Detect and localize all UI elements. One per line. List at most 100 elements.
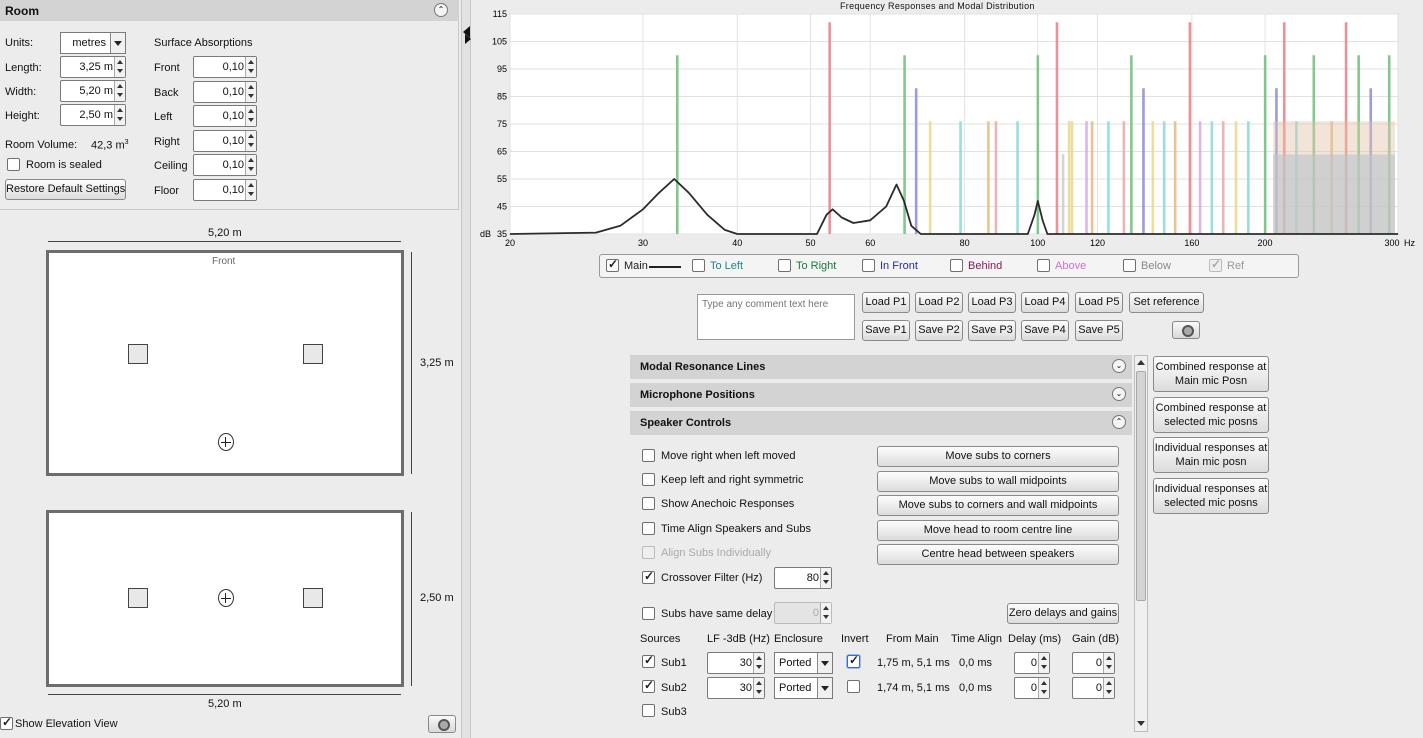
collapse-room-icon[interactable]: ⌃ xyxy=(434,3,448,17)
response-mode-button-3[interactable]: Individual responses at Main mic posn xyxy=(1153,437,1269,473)
scroll-up-arrow-icon[interactable] xyxy=(1137,360,1145,365)
surface-absorption-field-back[interactable]: 0,10 xyxy=(193,80,257,103)
load-preset-button-6[interactable]: Set reference xyxy=(1129,292,1204,313)
right-speaker-elevation-icon[interactable] xyxy=(303,588,323,608)
spinner-arrows-icon[interactable] xyxy=(245,155,256,175)
sub-enable-checkbox-1[interactable] xyxy=(642,653,655,668)
frequency-response-chart[interactable]: 20 30 40 50 60 80 100 120 160 200 300 35 45 55 65 75 85 9… xyxy=(473,0,1423,250)
height-field[interactable]: 2,50 m xyxy=(60,104,126,126)
left-speaker-elevation-icon[interactable] xyxy=(128,588,148,608)
surface-absorption-field-right[interactable]: 0,10 xyxy=(193,129,257,152)
speaker-option-checkbox-3[interactable] xyxy=(642,497,655,510)
sub-lf-field-2[interactable]: 30 xyxy=(707,676,765,699)
legend-checkbox-above[interactable] xyxy=(1037,259,1050,272)
surface-absorption-field-front[interactable]: 0,10 xyxy=(193,56,257,78)
load-preset-button-2[interactable]: Load P2 xyxy=(915,292,963,313)
surface-absorption-field-ceiling[interactable]: 0,10 xyxy=(193,154,257,176)
sub-enable-checkbox-2[interactable] xyxy=(642,678,655,693)
expand-chevron-icon[interactable]: ⌄ xyxy=(1112,359,1126,373)
surface-absorption-field-left[interactable]: 0,10 xyxy=(193,105,257,127)
sub-enable-checkbox-3[interactable] xyxy=(642,704,655,717)
spinner-arrows-icon[interactable] xyxy=(245,179,256,200)
sub-delay-field-2[interactable]: 0 xyxy=(1014,676,1050,699)
speaker-option-checkbox-2[interactable] xyxy=(642,473,655,486)
sub-invert-checkbox-1[interactable] xyxy=(847,653,860,668)
speaker-option-checkbox-6[interactable] xyxy=(642,569,655,584)
sub-lf-field-1[interactable]: 30 xyxy=(707,652,765,674)
subs-same-delay-checkbox[interactable] xyxy=(642,607,655,620)
save-preset-button-1[interactable]: Save P1 xyxy=(862,320,910,341)
legend-checkbox-ref[interactable] xyxy=(1209,257,1222,272)
save-preset-button-3[interactable]: Save P3 xyxy=(968,320,1016,341)
legend-checkbox-to-left[interactable] xyxy=(692,259,705,272)
expand-left-panel-icon[interactable] xyxy=(465,34,471,44)
spinner-arrows-icon[interactable] xyxy=(245,81,256,102)
modal-resonance-lines-header[interactable]: Modal Resonance Lines ⌄ xyxy=(630,355,1132,379)
spinner-arrows-icon[interactable] xyxy=(820,568,831,588)
legend-checkbox-below[interactable] xyxy=(1123,259,1136,272)
width-field[interactable]: 5,20 m xyxy=(60,80,126,102)
response-mode-button-2[interactable]: Combined response at selected mic posns xyxy=(1153,396,1269,433)
scrollbar-thumb[interactable] xyxy=(1136,371,1146,601)
surface-absorption-field-floor[interactable]: 0,10 xyxy=(193,178,257,201)
save-preset-button-2[interactable]: Save P2 xyxy=(915,320,963,341)
expand-chevron-icon[interactable]: ⌄ xyxy=(1112,387,1126,401)
sub-enclosure-select-2[interactable]: Ported xyxy=(774,676,833,699)
sub-enclosure-select-1[interactable]: Ported xyxy=(774,652,833,674)
sub-gain-field-1[interactable]: 0 xyxy=(1072,652,1115,674)
spinner-arrows-icon[interactable] xyxy=(245,130,256,151)
save-preset-button-4[interactable]: Save P4 xyxy=(1021,320,1069,341)
speaker-option-checkbox-1[interactable] xyxy=(642,449,655,462)
units-select[interactable]: metres xyxy=(60,32,126,54)
speaker-action-button-3[interactable]: Move subs to corners and wall midpoints xyxy=(877,495,1119,516)
zero-delays-gains-button[interactable]: Zero delays and gains xyxy=(1007,603,1119,624)
mic-elevation-icon[interactable] xyxy=(218,589,234,607)
panel-splitter[interactable] xyxy=(461,0,471,738)
speaker-action-button-2[interactable]: Move subs to wall midpoints xyxy=(877,470,1119,492)
sub-delay-field-1[interactable]: 0 xyxy=(1014,652,1050,674)
show-elevation-checkbox[interactable] xyxy=(0,715,13,730)
restore-defaults-button[interactable]: Restore Default Settings xyxy=(5,179,126,200)
load-preset-button-5[interactable]: Load P5 xyxy=(1075,292,1123,313)
crossover-frequency-field[interactable]: 80 xyxy=(774,567,832,589)
spinner-arrows-icon[interactable] xyxy=(114,105,125,125)
spinner-arrows-icon[interactable] xyxy=(1103,653,1114,673)
legend-checkbox-main[interactable] xyxy=(606,257,619,272)
scroll-down-arrow-icon[interactable] xyxy=(1137,721,1145,726)
sub-invert-checkbox-2[interactable] xyxy=(847,679,860,693)
speaker-option-checkbox-4[interactable] xyxy=(642,522,655,535)
spinner-arrows-icon[interactable] xyxy=(1038,677,1049,698)
load-preset-button-3[interactable]: Load P3 xyxy=(968,292,1016,313)
save-preset-button-5[interactable]: Save P5 xyxy=(1075,320,1123,341)
spinner-arrows-icon[interactable] xyxy=(245,57,256,77)
spinner-arrows-icon[interactable] xyxy=(245,106,256,126)
legend-checkbox-behind[interactable] xyxy=(950,259,963,272)
collapse-chevron-icon[interactable]: ⌃ xyxy=(1112,415,1126,429)
chart-snapshot-camera-icon[interactable] xyxy=(1172,321,1200,339)
speaker-action-button-5[interactable]: Centre head between speakers xyxy=(877,544,1119,565)
right-speaker-icon[interactable] xyxy=(303,344,323,364)
sub-gain-field-2[interactable]: 0 xyxy=(1072,676,1115,699)
legend-checkbox-to-right[interactable] xyxy=(778,259,791,272)
spinner-arrows-icon[interactable] xyxy=(1103,677,1114,698)
main-mic-icon[interactable] xyxy=(218,433,234,451)
speaker-controls-header[interactable]: Speaker Controls ⌃ xyxy=(630,411,1132,435)
left-speaker-icon[interactable] xyxy=(128,344,148,364)
spinner-arrows-icon[interactable] xyxy=(753,677,764,698)
spinner-arrows-icon[interactable] xyxy=(753,653,764,673)
microphone-positions-header[interactable]: Microphone Positions ⌄ xyxy=(630,383,1132,407)
response-mode-button-4[interactable]: Individual responses at selected mic pos… xyxy=(1153,477,1269,514)
speaker-action-button-1[interactable]: Move subs to corners xyxy=(877,446,1119,467)
speaker-action-button-4[interactable]: Move head to room centre line xyxy=(877,519,1119,541)
spinner-arrows-icon[interactable] xyxy=(114,57,125,77)
load-preset-button-4[interactable]: Load P4 xyxy=(1021,292,1069,313)
room-snapshot-camera-icon[interactable] xyxy=(428,715,456,733)
load-preset-button-1[interactable]: Load P1 xyxy=(862,292,910,313)
comment-textarea[interactable] xyxy=(697,294,855,340)
response-mode-button-1[interactable]: Combined response at Main mic Posn xyxy=(1153,356,1269,392)
spinner-arrows-icon[interactable] xyxy=(1038,653,1049,673)
spinner-arrows-icon[interactable] xyxy=(114,81,125,101)
length-field[interactable]: 3,25 m xyxy=(60,56,126,78)
room-sealed-checkbox[interactable] xyxy=(7,158,20,171)
legend-checkbox-in-front[interactable] xyxy=(862,259,875,272)
